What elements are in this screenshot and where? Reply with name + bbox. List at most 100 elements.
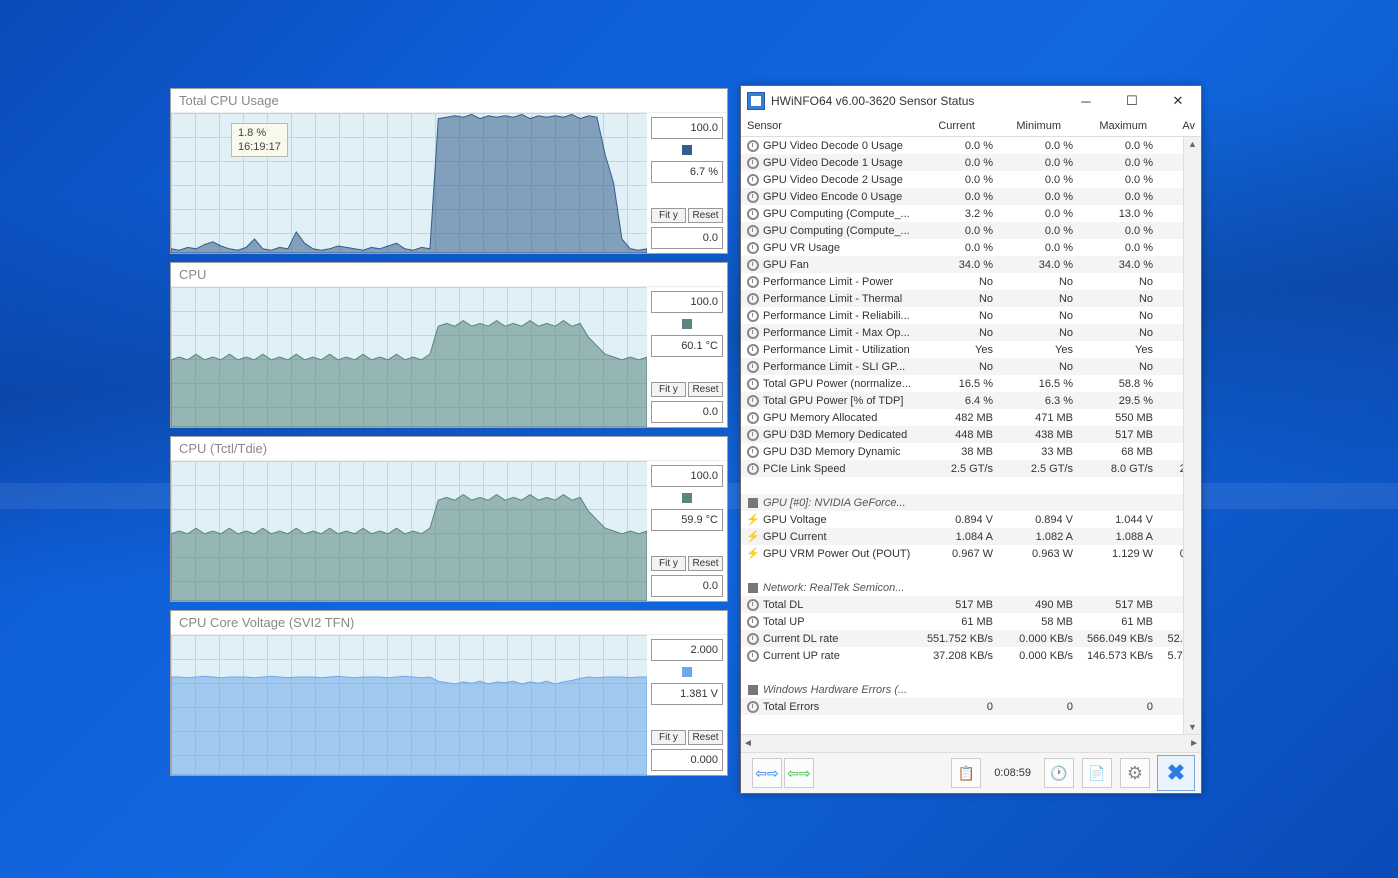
sensor-value: No xyxy=(999,327,1079,339)
sensor-value: 0.963 W xyxy=(999,548,1079,560)
sensor-row[interactable]: GPU [#0]: NVIDIA GeForce... xyxy=(741,494,1201,511)
sensor-row[interactable]: PCIe Link Speed2.5 GT/s2.5 GT/s8.0 GT/s2… xyxy=(741,460,1201,477)
sensor-value: 34.0 % xyxy=(999,259,1079,271)
sensor-value: 1.044 V xyxy=(1079,514,1159,526)
sensor-value: 6.4 % xyxy=(919,395,999,407)
close-button[interactable]: ✕ xyxy=(1155,86,1201,116)
graph-window-1[interactable]: CPU100.060.1 °CFit yReset0.0 xyxy=(170,262,728,428)
clock-icon xyxy=(746,190,760,204)
vertical-scrollbar[interactable]: ▲▼ xyxy=(1183,137,1201,734)
fit-y-button[interactable]: Fit y xyxy=(651,556,686,571)
graph-canvas[interactable] xyxy=(171,461,647,601)
sensor-row[interactable]: Windows Hardware Errors (... xyxy=(741,681,1201,698)
titlebar[interactable]: HWiNFO64 v6.00-3620 Sensor Status ─ ☐ ✕ xyxy=(741,86,1201,116)
sensor-row[interactable]: GPU Video Decode 0 Usage0.0 %0.0 %0.0 %0 xyxy=(741,137,1201,154)
col-sensor[interactable]: Sensor xyxy=(741,120,895,132)
sensor-row[interactable]: GPU Memory Allocated482 MB471 MB550 MB48 xyxy=(741,409,1201,426)
sensor-row[interactable]: Network: RealTek Semicon... xyxy=(741,579,1201,596)
graph-canvas[interactable] xyxy=(171,635,647,775)
graph-title: CPU (Tctl/Tdie) xyxy=(171,437,727,461)
sensor-row[interactable]: Total UP61 MB58 MB61 MB xyxy=(741,613,1201,630)
sensor-row[interactable]: Total DL517 MB490 MB517 MB xyxy=(741,596,1201,613)
sensor-row[interactable]: GPU Video Decode 1 Usage0.0 %0.0 %0.0 %0 xyxy=(741,154,1201,171)
sensor-row[interactable]: ⚡GPU VRM Power Out (POUT)0.967 W0.963 W1… xyxy=(741,545,1201,562)
reset-button[interactable]: Reset xyxy=(688,556,723,571)
sensor-row[interactable]: Total Errors000 xyxy=(741,698,1201,715)
sensor-row[interactable]: Performance Limit - PowerNoNoNo xyxy=(741,273,1201,290)
chip-icon xyxy=(746,683,760,697)
sensor-value: 3.2 % xyxy=(919,208,999,220)
graph-window-0[interactable]: Total CPU Usage1.8 %16:19:17100.06.7 %Fi… xyxy=(170,88,728,254)
graph-canvas[interactable] xyxy=(171,287,647,427)
sensor-row[interactable]: Performance Limit - Reliabili...NoNoNo xyxy=(741,307,1201,324)
sensor-row[interactable]: GPU Video Decode 2 Usage0.0 %0.0 %0.0 %0 xyxy=(741,171,1201,188)
sensor-value: 550 MB xyxy=(1079,412,1159,424)
graph-window-2[interactable]: CPU (Tctl/Tdie)100.059.9 °CFit yReset0.0 xyxy=(170,436,728,602)
sensor-row[interactable]: ⚡GPU Current1.084 A1.082 A1.088 A1. xyxy=(741,528,1201,545)
graph-window-3[interactable]: CPU Core Voltage (SVI2 TFN)2.0001.381 VF… xyxy=(170,610,728,776)
sensor-row[interactable]: Current UP rate37.208 KB/s0.000 KB/s146.… xyxy=(741,647,1201,664)
col-average[interactable]: Av xyxy=(1153,120,1201,132)
clock-icon xyxy=(746,275,760,289)
horizontal-scrollbar[interactable]: ◄► xyxy=(741,734,1201,752)
sensor-row[interactable]: ⚡GPU Voltage0.894 V0.894 V1.044 V0. xyxy=(741,511,1201,528)
sensor-value: 438 MB xyxy=(999,429,1079,441)
reset-button[interactable]: Reset xyxy=(688,208,723,223)
expand-right-button[interactable]: ⇦⇨ xyxy=(784,758,814,788)
fit-y-button[interactable]: Fit y xyxy=(651,382,686,397)
sensor-name: Performance Limit - Power xyxy=(763,276,919,288)
sensor-row[interactable]: GPU D3D Memory Dedicated448 MB438 MB517 … xyxy=(741,426,1201,443)
sensor-value: 566.049 KB/s xyxy=(1079,633,1159,645)
column-headers[interactable]: Sensor Current Minimum Maximum Av xyxy=(741,116,1201,137)
sensor-value: 0.0 % xyxy=(919,242,999,254)
sensor-row[interactable]: GPU Computing (Compute_...3.2 %0.0 %13.0… xyxy=(741,205,1201,222)
sensor-value: No xyxy=(919,276,999,288)
sensor-row[interactable]: GPU Video Encode 0 Usage0.0 %0.0 %0.0 %0 xyxy=(741,188,1201,205)
graph-stack: Total CPU Usage1.8 %16:19:17100.06.7 %Fi… xyxy=(170,88,728,784)
sensor-value: 58.8 % xyxy=(1079,378,1159,390)
log-button[interactable]: 📄 xyxy=(1082,758,1112,788)
sensor-value: 517 MB xyxy=(919,599,999,611)
sensor-row[interactable]: Performance Limit - SLI GP...NoNoNo xyxy=(741,358,1201,375)
sensor-value: 61 MB xyxy=(1079,616,1159,628)
sensor-name: Total DL xyxy=(763,599,919,611)
graph-title: Total CPU Usage xyxy=(171,89,727,113)
sensor-table-body[interactable]: GPU Video Decode 0 Usage0.0 %0.0 %0.0 %0… xyxy=(741,137,1201,734)
sensor-value: 13.0 % xyxy=(1079,208,1159,220)
col-maximum[interactable]: Maximum xyxy=(1067,120,1153,132)
fit-y-button[interactable]: Fit y xyxy=(651,730,686,745)
sensor-row[interactable]: GPU VR Usage0.0 %0.0 %0.0 %0 xyxy=(741,239,1201,256)
maximize-button[interactable]: ☐ xyxy=(1109,86,1155,116)
sensor-value: 517 MB xyxy=(1079,599,1159,611)
col-current[interactable]: Current xyxy=(895,120,981,132)
sensor-name: GPU Voltage xyxy=(763,514,919,526)
minimize-button[interactable]: ─ xyxy=(1063,86,1109,116)
sensor-row[interactable]: Performance Limit - UtilizationYesYesYes xyxy=(741,341,1201,358)
reset-button[interactable]: Reset xyxy=(688,730,723,745)
copy-button[interactable]: 📋 xyxy=(951,758,981,788)
sensor-row[interactable]: Performance Limit - Max Op...NoNoNo xyxy=(741,324,1201,341)
graph-canvas[interactable]: 1.8 %16:19:17 xyxy=(171,113,647,253)
elapsed-time: 0:08:59 xyxy=(994,767,1031,779)
sensor-value: No xyxy=(1079,276,1159,288)
settings-button[interactable]: ⚙ xyxy=(1120,758,1150,788)
sensor-row[interactable]: GPU Fan34.0 %34.0 %34.0 %34 xyxy=(741,256,1201,273)
sensor-value: 0.0 % xyxy=(919,225,999,237)
sensor-row[interactable]: Performance Limit - ThermalNoNoNo xyxy=(741,290,1201,307)
expand-left-button[interactable]: ⇦⇨ xyxy=(752,758,782,788)
clock-icon xyxy=(746,462,760,476)
sensor-row[interactable]: GPU Computing (Compute_...0.0 %0.0 %0.0 … xyxy=(741,222,1201,239)
close-sensors-button[interactable]: ✖ xyxy=(1162,759,1190,787)
sensor-name: GPU Fan xyxy=(763,259,919,271)
clock-button[interactable]: 🕐 xyxy=(1044,758,1074,788)
sensor-row[interactable]: GPU D3D Memory Dynamic38 MB33 MB68 MB3 xyxy=(741,443,1201,460)
col-minimum[interactable]: Minimum xyxy=(981,120,1067,132)
clock-icon xyxy=(746,343,760,357)
sensor-row[interactable]: Total GPU Power [% of TDP]6.4 %6.3 %29.5… xyxy=(741,392,1201,409)
graph-side-panel: 2.0001.381 VFit yReset0.000 xyxy=(647,635,727,775)
sensor-row[interactable]: Total GPU Power (normalize...16.5 %16.5 … xyxy=(741,375,1201,392)
fit-y-button[interactable]: Fit y xyxy=(651,208,686,223)
sensor-row[interactable]: Current DL rate551.752 KB/s0.000 KB/s566… xyxy=(741,630,1201,647)
sensor-name: GPU Current xyxy=(763,531,919,543)
reset-button[interactable]: Reset xyxy=(688,382,723,397)
